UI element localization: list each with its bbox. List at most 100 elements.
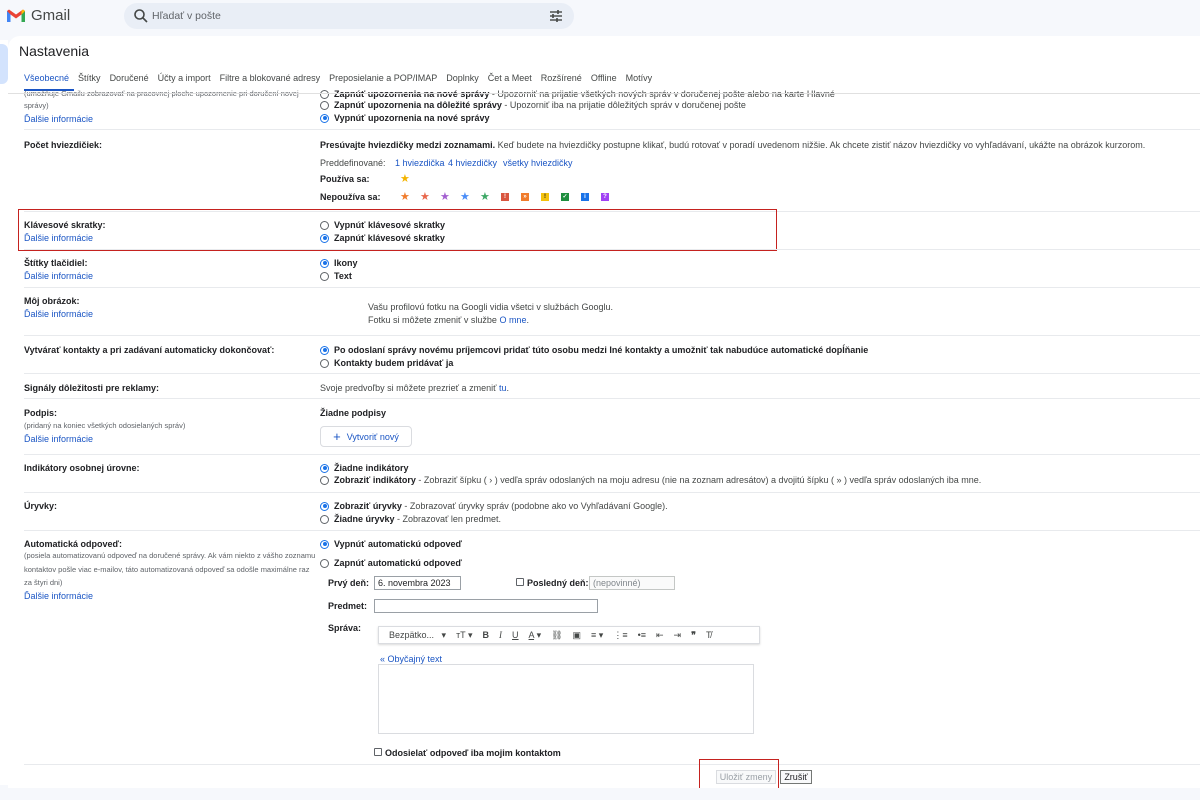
font-size-icon[interactable]: тT ▾: [451, 630, 477, 641]
subject-input[interactable]: [374, 599, 598, 613]
radio-labels-text[interactable]: [320, 271, 329, 281]
radio-notif-off[interactable]: [320, 113, 329, 123]
radio-notif-new[interactable]: [320, 89, 329, 99]
first-day-input[interactable]: 6. novembra 2023: [374, 576, 461, 590]
star-red-icon[interactable]: ★: [420, 192, 430, 203]
shortcuts-more-link[interactable]: Ďalšie informácie: [24, 233, 93, 243]
save-changes-button[interactable]: Uložiť zmeny: [716, 770, 776, 784]
autoreply-sub-1: (posiela automatizovanú odpoveď na doruč…: [24, 551, 316, 560]
row-divider: [24, 373, 1200, 374]
notif-new-option[interactable]: Zapnúť upozornenia na nové správy - Upoz…: [320, 89, 835, 99]
blue-info-icon[interactable]: i: [581, 193, 589, 201]
radio-contacts-auto[interactable]: [320, 345, 329, 355]
remove-formatting-icon[interactable]: T̸: [701, 630, 717, 640]
left-nav-edge: [0, 40, 8, 785]
green-check-icon[interactable]: ✓: [561, 193, 569, 201]
search-options-icon[interactable]: [548, 8, 564, 24]
indicators-show-option[interactable]: Zobraziť indikátory - Zobraziť šípku ( ›…: [320, 475, 981, 485]
last-day-checkbox[interactable]: [516, 578, 524, 586]
underline-icon[interactable]: U: [507, 630, 524, 640]
yellow-bang-icon[interactable]: !: [541, 193, 549, 201]
star-purple-icon[interactable]: ★: [440, 192, 450, 203]
preset-4-stars-link[interactable]: 4 hviezdičky: [448, 158, 497, 168]
radio-snippets-show[interactable]: [320, 501, 329, 511]
signature-more-link[interactable]: Ďalšie informácie: [24, 434, 93, 444]
snippets-show-option[interactable]: Zobraziť úryvky - Zobrazovať úryvky sprá…: [320, 501, 668, 511]
nav-active-indicator: [0, 44, 8, 84]
radio-contacts-manual[interactable]: [320, 358, 329, 368]
quote-icon[interactable]: ❞: [686, 630, 701, 641]
contacts-auto-option[interactable]: Po odoslaní správy novému príjemcovi pri…: [320, 345, 868, 355]
row-divider: [24, 764, 1200, 765]
radio-labels-icons[interactable]: [320, 258, 329, 268]
notif-off-option[interactable]: Vypnúť upozornenia na nové správy: [320, 113, 490, 123]
bulleted-list-icon[interactable]: •≡: [633, 630, 651, 640]
button-labels-more-link[interactable]: Ďalšie informácie: [24, 271, 93, 281]
link-icon[interactable]: ⛓: [546, 630, 567, 641]
stars-label: Počet hviezdičiek:: [24, 140, 103, 150]
gmail-logo[interactable]: Gmail: [6, 7, 70, 24]
preset-1-star-link[interactable]: 1 hviezdička: [395, 158, 445, 168]
radio-notif-important[interactable]: [320, 100, 329, 110]
purple-question-icon[interactable]: ?: [601, 193, 609, 201]
about-me-link[interactable]: O mne: [499, 315, 526, 325]
font-select[interactable]: Bezpätko... ▾: [379, 630, 451, 641]
labels-text-option[interactable]: Text: [320, 271, 352, 281]
autoreply-more-link[interactable]: Ďalšie informácie: [24, 591, 93, 601]
picture-more-link[interactable]: Ďalšie informácie: [24, 309, 93, 319]
image-icon[interactable]: ▣: [568, 630, 587, 641]
search-input[interactable]: Hľadať v pošte: [152, 10, 221, 22]
star-green-icon[interactable]: ★: [480, 192, 490, 203]
radio-autoreply-on[interactable]: [320, 558, 329, 568]
gmail-m-icon: [7, 9, 25, 22]
notifications-sub: (umožňuje Gmailu zobrazovať na pracovnej…: [24, 89, 299, 110]
radio-snippets-none[interactable]: [320, 514, 329, 524]
message-editor[interactable]: [378, 664, 754, 734]
indicators-label: Indikátory osobnej úrovne:: [24, 463, 140, 473]
button-labels-label: Štítky tlačidiel:: [24, 258, 88, 268]
contacts-only-checkbox[interactable]: [374, 748, 382, 756]
star-blue-icon[interactable]: ★: [460, 192, 470, 203]
contacts-manual-option[interactable]: Kontakty budem pridávať ja: [320, 358, 453, 368]
preset-all-stars-link[interactable]: všetky hviezdičky: [503, 158, 573, 168]
bold-icon[interactable]: B: [478, 630, 495, 640]
signature-sub: (pridaný na koniec všetkých odosielaných…: [24, 421, 186, 430]
notifications-more-link[interactable]: Ďalšie informácie: [24, 114, 93, 124]
create-signature-button[interactable]: + Vytvoriť nový: [320, 426, 412, 447]
radio-indicators-show[interactable]: [320, 475, 329, 485]
notif-important-option[interactable]: Zapnúť upozornenia na dôležité správy - …: [320, 100, 746, 110]
star-orange-icon[interactable]: ★: [400, 192, 410, 203]
autoreply-on-option[interactable]: Zapnúť automatickú odpoveď: [320, 558, 462, 568]
indicators-none-option[interactable]: Žiadne indikátory: [320, 463, 409, 473]
orange-guillemet-icon[interactable]: »: [521, 193, 529, 201]
cancel-button[interactable]: Zrušiť: [780, 770, 812, 784]
row-divider: [24, 530, 1200, 531]
app-name: Gmail: [31, 7, 71, 24]
row-divider: [24, 454, 1200, 455]
plain-text-link[interactable]: « Obyčajný text: [380, 654, 442, 664]
numbered-list-icon[interactable]: ⋮≡: [608, 630, 632, 641]
search-icon[interactable]: [133, 8, 149, 24]
search-bar[interactable]: Hľadať v pošte: [124, 3, 574, 29]
row-divider: [24, 335, 1200, 336]
indent-less-icon[interactable]: ⇤: [651, 630, 669, 641]
radio-shortcuts-off[interactable]: [320, 220, 329, 230]
picture-line2: Fotku si môžete zmeniť v službe O mne.: [368, 315, 529, 325]
shortcuts-on-option[interactable]: Zapnúť klávesové skratky: [320, 233, 445, 243]
italic-icon[interactable]: I: [494, 630, 507, 640]
radio-indicators-none[interactable]: [320, 463, 329, 473]
red-bang-icon[interactable]: !: [501, 193, 509, 201]
autoreply-sub-2: kontaktov pošle viac e-mailov, táto auto…: [24, 565, 310, 574]
align-icon[interactable]: ≡ ▾: [586, 630, 608, 641]
shortcuts-off-option[interactable]: Vypnúť klávesové skratky: [320, 220, 445, 230]
last-day-input[interactable]: (nepovinné): [589, 576, 675, 590]
star-yellow-icon[interactable]: ★: [400, 174, 410, 185]
autoreply-off-option[interactable]: Vypnúť automatickú odpoveď: [320, 539, 462, 549]
formatting-toolbar: Bezpätko... ▾ тT ▾ B I U A ▾ ⛓ ▣ ≡ ▾ ⋮≡ …: [378, 626, 760, 644]
indent-more-icon[interactable]: ⇥: [669, 630, 687, 641]
radio-shortcuts-on[interactable]: [320, 233, 329, 243]
radio-autoreply-off[interactable]: [320, 539, 329, 549]
labels-icons-option[interactable]: Ikony: [320, 258, 358, 268]
snippets-none-option[interactable]: Žiadne úryvky - Zobrazovať len predmet.: [320, 514, 501, 524]
text-color-icon[interactable]: A ▾: [524, 630, 547, 641]
